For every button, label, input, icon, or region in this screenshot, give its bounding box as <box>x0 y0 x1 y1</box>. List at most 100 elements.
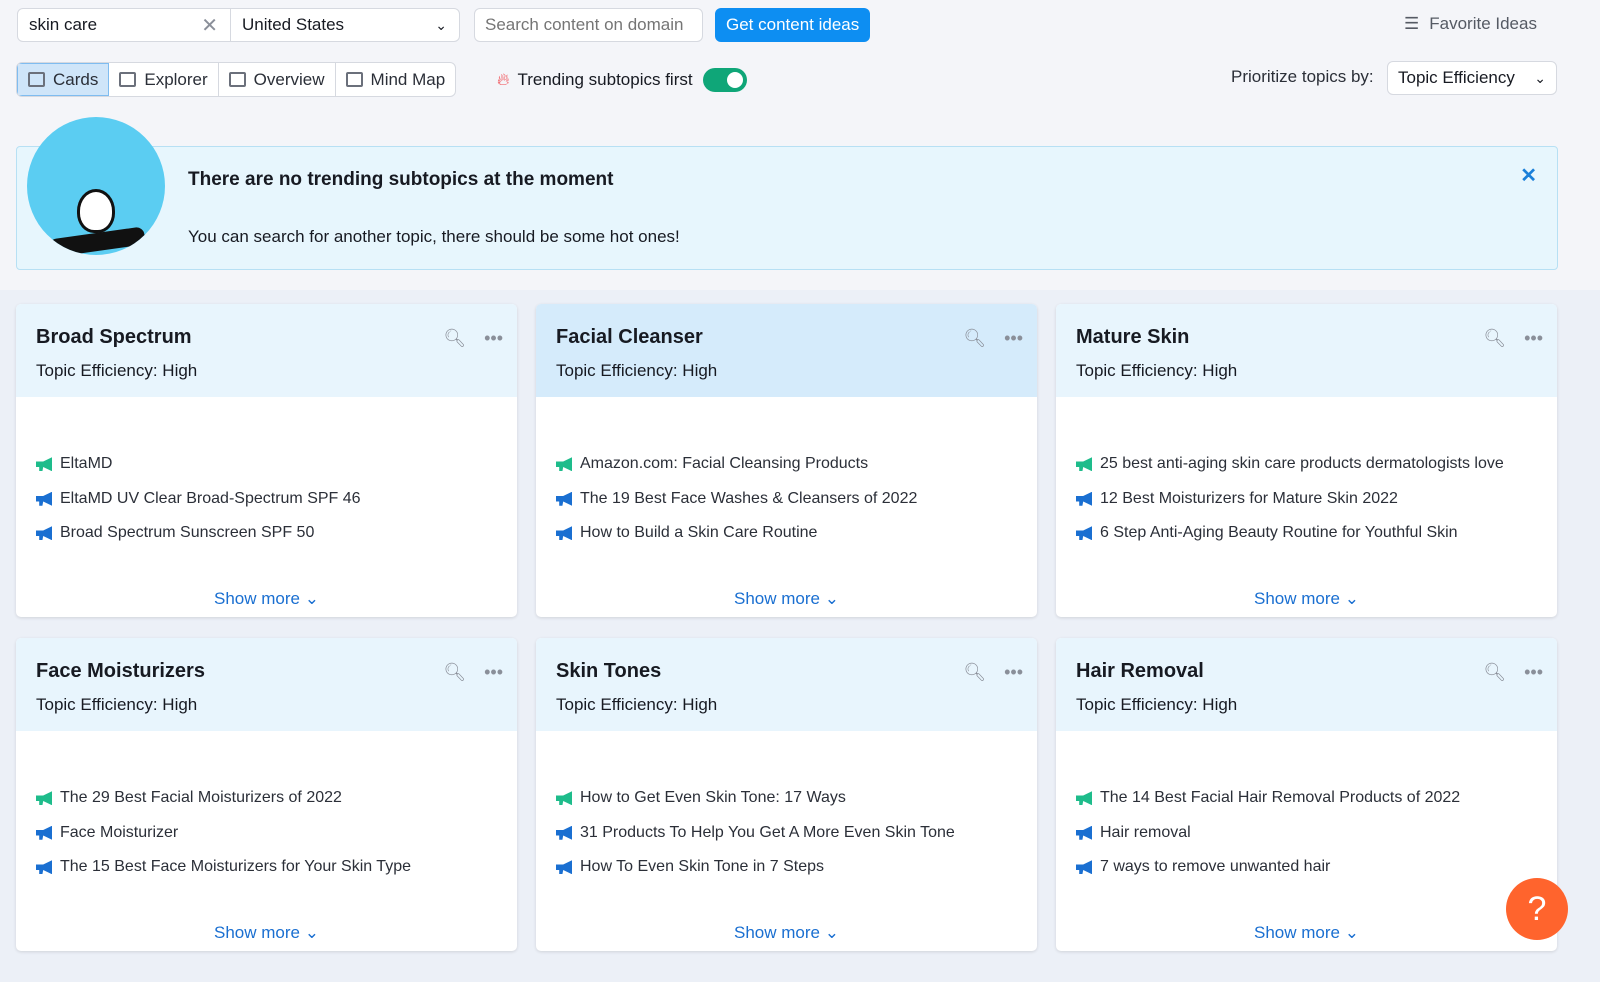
list-item[interactable]: The 14 Best Facial Hair Removal Products… <box>1076 781 1537 816</box>
list-item[interactable]: 7 ways to remove unwanted hair <box>1076 850 1537 885</box>
list-item[interactable]: The 15 Best Face Moisturizers for Your S… <box>36 850 497 885</box>
more-options-icon[interactable]: ••• <box>484 328 503 349</box>
overview-icon <box>228 72 246 87</box>
topic-card[interactable]: Face Moisturizers Topic Efficiency: High 🔍… <box>16 638 517 951</box>
topic-card[interactable]: Mature Skin Topic Efficiency: High 🔍︎ ••• 25… <box>1056 304 1557 617</box>
card-title: Hair Removal <box>1076 660 1204 682</box>
tab-label: Overview <box>253 69 325 89</box>
list-item[interactable]: How To Even Skin Tone in 7 Steps <box>556 850 1017 885</box>
prioritize-value: Topic Efficiency <box>1398 68 1515 87</box>
list-item[interactable]: Face Moisturizer <box>36 816 497 851</box>
megaphone-icon <box>36 860 52 875</box>
search-icon[interactable]: 🔍︎ <box>963 662 986 683</box>
show-more-button[interactable]: Show more ⌄ <box>16 589 517 609</box>
close-icon[interactable]: ✕ <box>1520 163 1537 188</box>
megaphone-icon <box>556 457 572 472</box>
megaphone-icon <box>556 825 572 840</box>
country-select[interactable]: United States ⌄ <box>230 8 460 42</box>
more-options-icon[interactable]: ••• <box>1524 328 1543 349</box>
trending-toggle-row: 🔥︎ Trending subtopics first <box>497 68 747 92</box>
show-more-label: Show more <box>734 923 820 942</box>
list-item[interactable]: EltaMD <box>36 447 497 482</box>
topic-card[interactable]: Skin Tones Topic Efficiency: High 🔍︎ ••• How… <box>536 638 1037 951</box>
show-more-button[interactable]: Show more ⌄ <box>1056 923 1557 943</box>
card-title: Mature Skin <box>1076 326 1190 348</box>
list-item[interactable]: 25 best anti-aging skin care products de… <box>1076 447 1537 482</box>
headline-text: How to Get Even Skin Tone: 17 Ways <box>580 789 846 807</box>
list-item[interactable]: How to Build a Skin Care Routine <box>556 516 1017 551</box>
search-icon[interactable]: 🔍︎ <box>963 328 986 349</box>
show-more-button[interactable]: Show more ⌄ <box>1056 589 1557 609</box>
get-content-ideas-button[interactable]: Get content ideas <box>715 8 871 42</box>
list-icon: ☰ <box>1404 14 1420 33</box>
megaphone-icon <box>1076 457 1092 472</box>
show-more-label: Show more <box>214 923 300 942</box>
topic-efficiency: Topic Efficiency: High <box>1076 695 1238 714</box>
prioritize-select[interactable]: Topic Efficiency ⌄ <box>1387 61 1557 95</box>
search-icon[interactable]: 🔍︎ <box>1483 662 1506 683</box>
card-header: Skin Tones Topic Efficiency: High 🔍︎ ••• <box>536 638 1037 731</box>
list-item[interactable]: EltaMD UV Clear Broad-Spectrum SPF 46 <box>36 482 497 517</box>
more-options-icon[interactable]: ••• <box>1004 328 1023 349</box>
show-more-button[interactable]: Show more ⌄ <box>536 589 1037 609</box>
headline-list: EltaMD EltaMD UV Clear Broad-Spectrum SPF… <box>16 397 517 551</box>
list-item[interactable]: 12 Best Moisturizers for Mature Skin 202… <box>1076 482 1537 517</box>
chevron-down-icon: ⌄ <box>1534 69 1546 86</box>
more-options-icon[interactable]: ••• <box>1004 662 1023 683</box>
headline-list: How to Get Even Skin Tone: 17 Ways 31 Pro… <box>536 731 1037 885</box>
card-title: Facial Cleanser <box>556 326 703 348</box>
headline-text: EltaMD UV Clear Broad-Spectrum SPF 46 <box>60 489 361 507</box>
search-icon[interactable]: 🔍︎ <box>443 662 466 683</box>
topic-card[interactable]: Broad Spectrum Topic Efficiency: High 🔍︎ ••… <box>16 304 517 617</box>
topic-card[interactable]: Hair Removal Topic Efficiency: High 🔍︎ ••• T… <box>1056 638 1557 951</box>
show-more-label: Show more <box>1254 923 1340 942</box>
clear-icon[interactable]: ✕ <box>201 13 218 38</box>
headline-text: The 15 Best Face Moisturizers for Your S… <box>60 858 411 876</box>
list-item[interactable]: 31 Products To Help You Get A More Even … <box>556 816 1017 851</box>
list-item[interactable]: Broad Spectrum Sunscreen SPF 50 <box>36 516 497 551</box>
tab-explorer[interactable]: Explorer <box>109 63 219 96</box>
help-button[interactable]: ? <box>1506 878 1568 940</box>
tab-mind-map[interactable]: Mind Map <box>336 63 456 96</box>
cards-icon <box>28 72 45 87</box>
list-item[interactable]: Hair removal <box>1076 816 1537 851</box>
trending-toggle[interactable] <box>702 68 747 92</box>
topic-efficiency: Topic Efficiency: High <box>1076 361 1238 380</box>
tab-cards[interactable]: Cards <box>17 63 110 96</box>
list-item[interactable]: How to Get Even Skin Tone: 17 Ways <box>556 781 1017 816</box>
favorite-ideas-button[interactable]: ☰ Favorite Ideas <box>1404 14 1537 34</box>
headline-list: The 29 Best Facial Moisturizers of 2022 F… <box>16 731 517 885</box>
topic-input[interactable]: skin care ✕ <box>17 8 231 42</box>
list-item[interactable]: The 29 Best Facial Moisturizers of 2022 <box>36 781 497 816</box>
megaphone-icon <box>36 526 52 541</box>
headline-text: 25 best anti-aging skin care products de… <box>1100 455 1504 473</box>
headline-list: Amazon.com: Facial Cleansing Products The… <box>536 397 1037 551</box>
more-options-icon[interactable]: ••• <box>1524 662 1543 683</box>
list-item[interactable]: The 19 Best Face Washes & Cleansers of 2… <box>556 482 1017 517</box>
banner-title: There are no trending subtopics at the m… <box>188 169 614 190</box>
topic-card[interactable]: Facial Cleanser Topic Efficiency: High 🔍︎ •… <box>536 304 1037 617</box>
show-more-button[interactable]: Show more ⌄ <box>536 923 1037 943</box>
country-value: United States <box>242 15 345 34</box>
megaphone-icon <box>36 791 52 806</box>
mind-map-icon <box>345 72 363 87</box>
show-more-button[interactable]: Show more ⌄ <box>16 923 517 943</box>
headline-text: Hair removal <box>1100 823 1191 841</box>
prioritize-label: Prioritize topics by: <box>1231 67 1374 86</box>
list-item[interactable]: Amazon.com: Facial Cleansing Products <box>556 447 1017 482</box>
chevron-down-icon: ⌄ <box>824 923 839 942</box>
headline-list: 25 best anti-aging skin care products de… <box>1056 397 1557 551</box>
list-item[interactable]: 6 Step Anti-Aging Beauty Routine for You… <box>1076 516 1537 551</box>
show-more-label: Show more <box>1254 589 1340 608</box>
more-options-icon[interactable]: ••• <box>484 662 503 683</box>
chevron-down-icon: ⌄ <box>304 589 319 608</box>
no-trending-banner: There are no trending subtopics at the m… <box>16 117 1558 270</box>
megaphone-icon <box>36 825 52 840</box>
banner-text: You can search for another topic, there … <box>188 227 680 246</box>
search-icon[interactable]: 🔍︎ <box>443 328 466 349</box>
domain-search-input[interactable] <box>474 8 703 42</box>
tab-overview[interactable]: Overview <box>219 63 336 96</box>
show-more-label: Show more <box>734 589 820 608</box>
search-icon[interactable]: 🔍︎ <box>1483 328 1506 349</box>
topic-efficiency: Topic Efficiency: High <box>556 361 718 380</box>
